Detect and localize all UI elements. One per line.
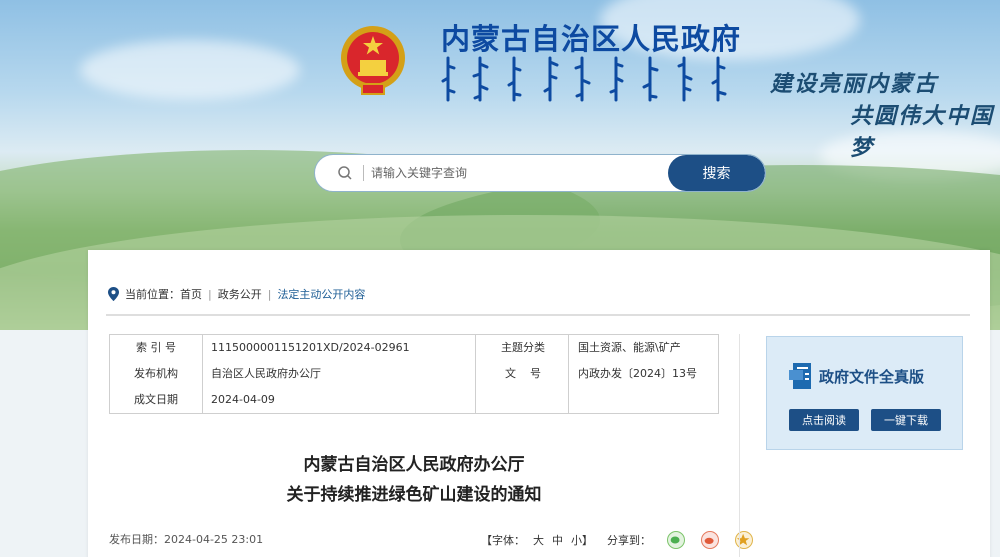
publish-info: 发布日期：2024-04-25 23:01	[109, 531, 263, 547]
font-size-controls: 【字体： 大 中 小】 分享到：	[481, 531, 761, 549]
docno-label: 文 号	[505, 367, 541, 380]
search-bar: 搜索	[314, 154, 766, 192]
wechat-share-icon[interactable]	[667, 531, 685, 549]
table-row: 成文日期 2024-04-09	[109, 386, 719, 412]
font-large-button[interactable]: 大	[533, 532, 544, 548]
breadcrumb-prefix: 当前位置：	[125, 288, 180, 301]
location-pin-icon	[108, 287, 119, 301]
index-label: 索 引 号	[136, 341, 176, 354]
gov-document-panel: 政府文件全真版 点击阅读 一键下载	[766, 336, 963, 450]
pdf-document-icon	[789, 363, 811, 389]
document-title-line-2: 关于持续推进绿色矿山建设的通知	[286, 485, 542, 505]
font-small-button[interactable]: 小】	[571, 532, 593, 548]
docno-value: 内政办发〔2024〕13号	[578, 367, 697, 380]
document-title-line-1: 内蒙古自治区人民政府办公厅	[303, 455, 525, 475]
site-title[interactable]: 内蒙古自治区人民政府	[441, 16, 741, 58]
issuer-label: 发布机构	[134, 367, 178, 380]
weibo-share-icon[interactable]	[701, 531, 719, 549]
cloud	[80, 40, 300, 100]
slogan-line-2: 共圆伟大中国梦	[850, 103, 995, 161]
topic-value: 国土资源、能源\矿产	[578, 341, 681, 354]
issuer-value: 自治区人民政府办公厅	[211, 367, 321, 380]
date-value: 2024-04-09	[211, 392, 275, 406]
read-document-button[interactable]: 点击阅读	[789, 409, 859, 431]
breadcrumb-divider	[106, 314, 970, 316]
breadcrumb-separator: |	[267, 287, 272, 301]
font-size-label: 【字体：	[481, 534, 525, 547]
slogan-line-1: 建设亮丽内蒙古	[770, 71, 939, 97]
column-divider	[739, 334, 740, 557]
search-button[interactable]: 搜索	[668, 155, 765, 191]
share-label: 分享到：	[607, 534, 651, 547]
breadcrumb: 当前位置： 首页 | 政务公开 | 法定主动公开内容	[108, 286, 365, 302]
breadcrumb-current[interactable]: 法定主动公开内容	[277, 286, 365, 302]
date-label: 成文日期	[134, 393, 178, 406]
breadcrumb-separator: |	[208, 287, 212, 301]
search-input[interactable]	[371, 155, 671, 191]
search-divider	[363, 165, 364, 181]
table-row: 发布机构 自治区人民政府办公厅 文 号 内政办发〔2024〕13号	[109, 360, 719, 386]
publish-label: 发布日期：	[109, 533, 164, 546]
national-emblem-icon	[341, 26, 405, 95]
font-medium-button[interactable]: 中	[552, 532, 563, 548]
panel-title: 政府文件全真版	[819, 367, 925, 386]
download-document-button[interactable]: 一键下载	[871, 409, 941, 431]
topic-label: 主题分类	[501, 341, 545, 354]
breadcrumb-home[interactable]: 首页	[180, 286, 202, 302]
panel-header: 政府文件全真版	[789, 363, 924, 389]
qzone-share-icon[interactable]	[735, 531, 753, 549]
meta-table: 索 引 号 11150000011512​01XD/2024-02961 主题分…	[109, 334, 719, 412]
mongolian-script-logo	[441, 56, 727, 102]
table-row: 索 引 号 11150000011512​01XD/2024-02961 主题分…	[109, 334, 719, 360]
search-icon	[338, 166, 352, 180]
index-value: 11150000011512​01XD/2024-02961	[211, 340, 410, 354]
publish-date: 2024-04-25 23:01	[164, 533, 264, 546]
breadcrumb-gov-affairs[interactable]: 政务公开	[218, 286, 262, 302]
